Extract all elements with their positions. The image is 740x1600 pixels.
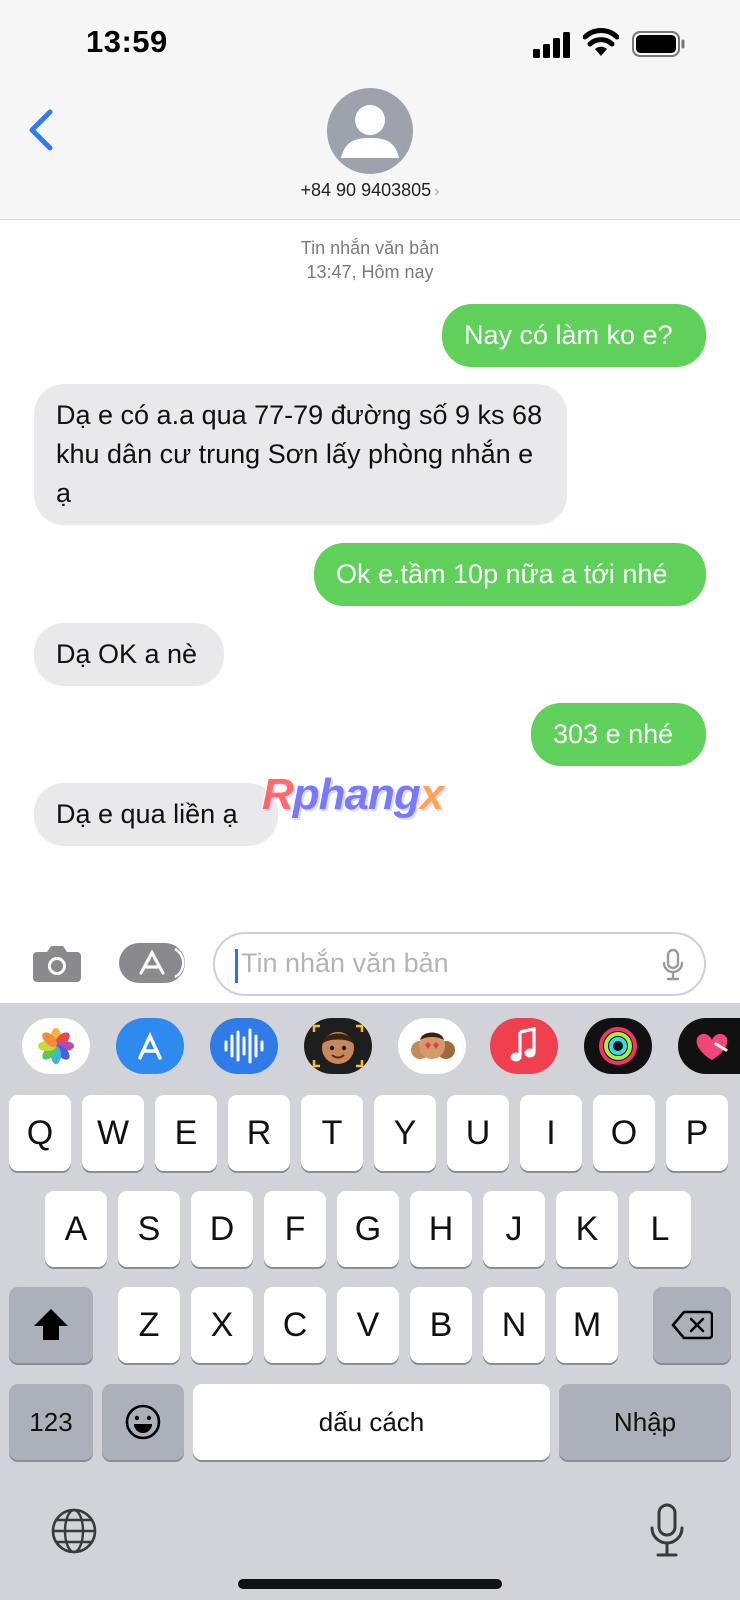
battery-icon (632, 31, 685, 57)
key-r[interactable]: R (228, 1095, 290, 1171)
key-v[interactable]: V (337, 1287, 399, 1363)
back-chevron-icon[interactable] (26, 108, 56, 152)
key-d[interactable]: D (191, 1191, 253, 1267)
return-key[interactable]: Nhập (559, 1384, 731, 1460)
keyboard-dictation-mic-icon[interactable] (648, 1502, 686, 1560)
watermark-part: phang (292, 770, 421, 819)
status-time: 13:59 (86, 24, 168, 59)
globe-icon[interactable] (50, 1507, 98, 1555)
key-z[interactable]: Z (118, 1287, 180, 1363)
key-b[interactable]: B (410, 1287, 472, 1363)
watermark-part: x (419, 770, 445, 819)
message-timestamp: 13:47, Hôm nay (306, 262, 434, 282)
photos-app-button[interactable] (22, 1018, 90, 1074)
chevron-right-icon: › (434, 183, 440, 200)
app-store-icon (138, 1031, 162, 1060)
delete-key[interactable] (653, 1287, 731, 1363)
contact-number: +84 90 9403805 (300, 180, 432, 200)
activity-app-button[interactable] (584, 1018, 652, 1074)
key-x[interactable]: X (191, 1287, 253, 1363)
incoming-message[interactable]: Dạ e qua liền ạ (34, 783, 278, 846)
key-f[interactable]: F (264, 1191, 326, 1267)
wifi-icon (583, 28, 619, 56)
message-input-placeholder: Tin nhắn văn bản (241, 948, 449, 978)
imessage-app-strip (0, 1018, 740, 1074)
cellular-signal-icon (533, 32, 570, 58)
key-h[interactable]: H (410, 1191, 472, 1267)
key-j[interactable]: J (483, 1191, 545, 1267)
text-caret (235, 949, 238, 983)
key-a[interactable]: A (45, 1191, 107, 1267)
shift-key[interactable] (9, 1287, 93, 1363)
activity-icon (599, 1027, 637, 1065)
photos-icon (38, 1028, 74, 1064)
outgoing-message[interactable]: Nay có làm ko e? (442, 304, 706, 367)
emoji-icon (125, 1404, 161, 1440)
key-t[interactable]: T (301, 1095, 363, 1171)
navigation-header: 13:59 +84 90 9403805 › (0, 0, 740, 220)
key-q[interactable]: Q (9, 1095, 71, 1171)
dictation-mic-icon[interactable] (662, 948, 684, 982)
digital-touch-app-button[interactable] (678, 1018, 740, 1074)
key-o[interactable]: O (593, 1095, 655, 1171)
key-p[interactable]: P (666, 1095, 728, 1171)
person-icon (341, 105, 399, 158)
key-g[interactable]: G (337, 1191, 399, 1267)
app-store-icon (139, 947, 185, 979)
contact-name-button[interactable]: +84 90 9403805 › (0, 180, 740, 201)
key-w[interactable]: W (82, 1095, 144, 1171)
memoji-icon (312, 1024, 364, 1068)
music-icon (510, 1027, 536, 1062)
key-y[interactable]: Y (374, 1095, 436, 1171)
space-key[interactable]: dấu cách (193, 1384, 550, 1460)
key-c[interactable]: C (264, 1287, 326, 1363)
digital-touch-icon (696, 1034, 728, 1060)
home-indicator (238, 1579, 502, 1589)
key-i[interactable]: I (520, 1095, 582, 1171)
camera-icon[interactable] (31, 942, 83, 984)
memoji-stickers-app-button[interactable] (398, 1018, 466, 1074)
message-input[interactable]: Tin nhắn văn bản (213, 932, 706, 996)
backspace-icon (671, 1310, 713, 1340)
key-k[interactable]: K (556, 1191, 618, 1267)
key-e[interactable]: E (155, 1095, 217, 1171)
incoming-message[interactable]: Dạ e có a.a qua 77-79 đường số 9 ks 68 k… (34, 384, 567, 525)
incoming-message[interactable]: Dạ OK a nè (34, 623, 224, 686)
key-m[interactable]: M (556, 1287, 618, 1363)
key-u[interactable]: U (447, 1095, 509, 1171)
key-s[interactable]: S (118, 1191, 180, 1267)
watermark: Rphangx (262, 770, 445, 820)
contact-avatar[interactable] (327, 88, 413, 174)
key-n[interactable]: N (483, 1287, 545, 1363)
memoji-app-button[interactable] (304, 1018, 372, 1074)
shift-arrow-icon (34, 1309, 68, 1340)
music-app-button[interactable] (490, 1018, 558, 1074)
numbers-key[interactable]: 123 (9, 1384, 93, 1460)
outgoing-message[interactable]: Ok e.tầm 10p nữa a tới nhé (314, 543, 706, 606)
app-store-app-button[interactable] (116, 1018, 184, 1074)
audio-message-app-button[interactable] (210, 1018, 278, 1074)
app-store-button[interactable] (119, 943, 185, 983)
outgoing-message[interactable]: 303 e nhé (531, 703, 706, 766)
watermark-part: R (262, 770, 294, 819)
message-type-label: Tin nhắn văn bản (300, 238, 440, 258)
key-l[interactable]: L (629, 1191, 691, 1267)
emoji-key[interactable] (102, 1384, 184, 1460)
audio-message-icon (224, 1028, 264, 1064)
memoji-stickers-icon (411, 1032, 455, 1059)
